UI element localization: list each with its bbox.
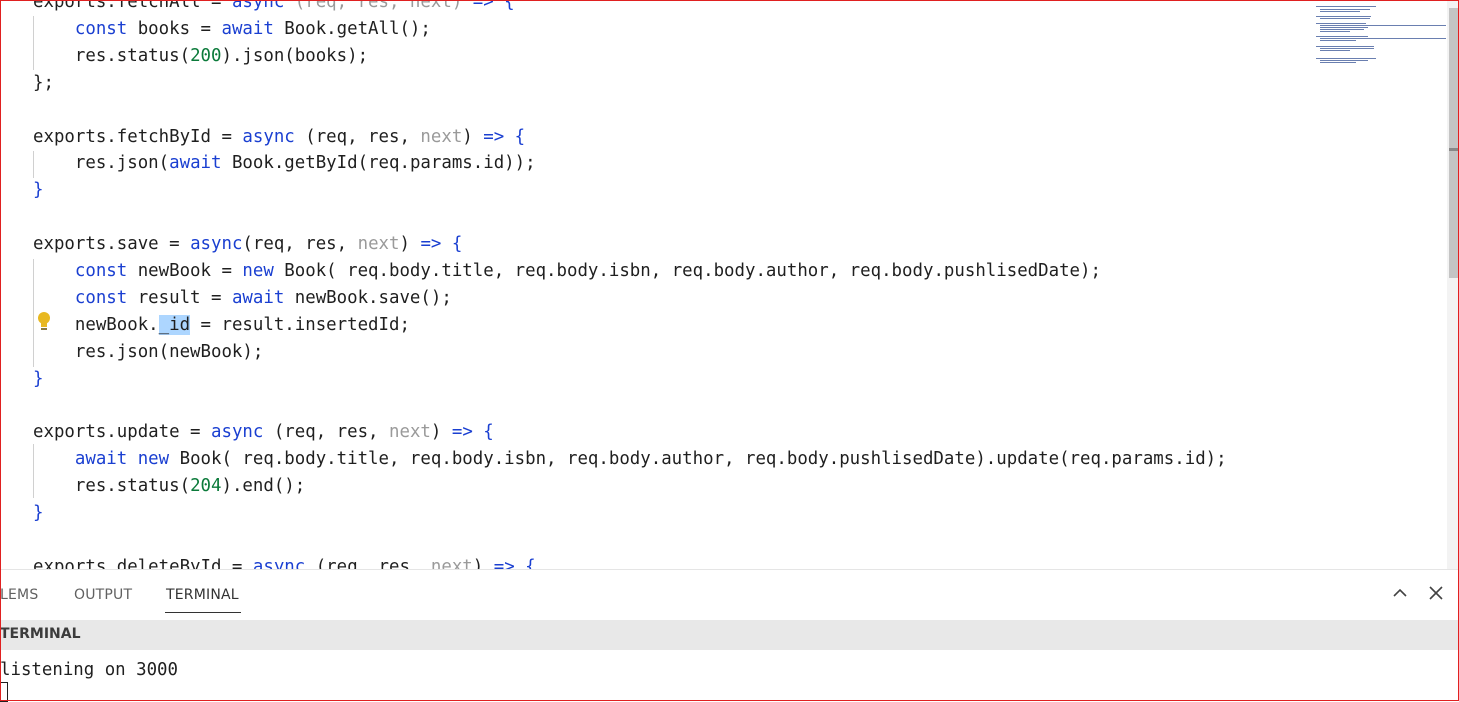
code-line[interactable]: const books = await Book.getAll(); — [33, 16, 431, 43]
panel-tabs: LEMS OUTPUT TERMINAL — [0, 570, 1459, 620]
code-token: exports.deleteById = — [33, 556, 253, 569]
code-token: 204 — [190, 476, 222, 497]
code-token: exports.update = — [33, 422, 211, 443]
code-line[interactable]: exports.update = async (req, res, next) … — [33, 419, 494, 446]
code-token: next — [420, 126, 463, 147]
code-line[interactable]: exports.save = async(req, res, next) => … — [33, 231, 462, 258]
minimap[interactable] — [1316, 6, 1446, 72]
code-token: await — [221, 18, 285, 39]
code-token: (req, res, — [315, 556, 431, 569]
code-line[interactable]: exports.fetchById = async (req, res, nex… — [33, 124, 525, 151]
code-token: => { — [420, 234, 463, 255]
tab-terminal[interactable]: TERMINAL — [166, 587, 239, 603]
code-line[interactable]: const result = await newBook.save(); — [33, 285, 452, 312]
code-token: next — [357, 234, 400, 255]
code-token: async — [242, 126, 306, 147]
code-line[interactable]: }; — [33, 70, 54, 97]
code-token: res.json( — [33, 153, 170, 174]
code-line[interactable]: res.status(204).end(); — [33, 473, 305, 500]
code-token: new — [242, 261, 285, 281]
chevron-up-icon[interactable] — [1391, 584, 1409, 602]
code-token: newBook = — [137, 261, 243, 281]
code-line[interactable]: } — [33, 177, 43, 204]
code-token: exports.fetchAll = — [33, 0, 232, 12]
code-line[interactable]: exports.fetchAll = async (req, res, next… — [33, 0, 515, 16]
code-token: next — [430, 556, 473, 569]
code-token: async — [190, 234, 243, 255]
code-token: res.status( — [33, 476, 191, 497]
bottom-panel: LEMS OUTPUT TERMINAL TERMINAL listening … — [0, 569, 1459, 702]
active-tab-indicator — [165, 612, 241, 613]
code-token: (req, res, — [305, 126, 421, 147]
code-line[interactable]: newBook._id = result.insertedId; — [33, 312, 410, 339]
code-token: => { — [483, 126, 526, 147]
code-token: await — [169, 153, 232, 174]
code-token: Book.getById(req.params.id)); — [231, 153, 536, 174]
code-token: ).json(books); — [221, 45, 369, 66]
code-line[interactable]: } — [33, 500, 43, 527]
code-token: } — [33, 503, 44, 524]
scrollbar-cursor-marker — [1449, 148, 1458, 151]
code-token: => { — [493, 556, 536, 569]
code-token: } — [33, 368, 44, 389]
code-token: }; — [33, 72, 54, 93]
code-token: ) — [399, 234, 421, 255]
code-token: ) — [462, 126, 484, 147]
tab-problems[interactable]: LEMS — [0, 587, 38, 603]
code-token: (req, res, next) — [294, 0, 473, 12]
code-token: Book( req.body.title, req.body.isbn, req… — [179, 449, 1227, 470]
code-token: res.status( — [33, 45, 191, 66]
code-token: async — [211, 422, 274, 443]
code-line[interactable]: res.status(200).json(books); — [33, 43, 368, 70]
code-token: async — [231, 0, 295, 12]
code-token: next — [389, 422, 431, 443]
code-token: await — [231, 287, 295, 308]
terminal-output[interactable]: listening on 3000 — [0, 658, 178, 682]
code-line[interactable]: exports.deleteById = async (req, res, ne… — [33, 554, 536, 569]
code-token: result = — [137, 287, 232, 308]
code-token: async — [252, 556, 316, 569]
code-token: newBook.save(); — [294, 287, 452, 308]
code-token: res.json(newBook); — [33, 341, 264, 362]
code-token: (req, res, — [242, 234, 358, 255]
code-token: const — [33, 287, 138, 308]
code-token: Book.getAll(); — [284, 18, 431, 39]
code-token: = result.insertedId; — [190, 314, 410, 335]
close-icon[interactable] — [1427, 584, 1445, 602]
code-line[interactable]: res.json(newBook); — [33, 339, 263, 366]
code-token: await new — [33, 449, 180, 470]
code-editor[interactable]: exports.fetchAll = async (req, res, next… — [0, 0, 1447, 569]
code-token: const — [33, 18, 138, 39]
terminal-header: TERMINAL — [0, 620, 1459, 650]
code-token: ) — [472, 556, 494, 569]
code-token: exports.save = — [33, 234, 191, 255]
code-token: const — [33, 261, 138, 281]
code-token: Book( req.body.title, req.body.isbn, req… — [284, 261, 1101, 281]
code-token: (req, res, — [273, 422, 389, 443]
code-token: 200 — [190, 45, 222, 66]
code-token: } — [33, 180, 44, 201]
code-line[interactable]: } — [33, 366, 43, 393]
code-token: => { — [472, 0, 515, 12]
tab-output[interactable]: OUTPUT — [74, 587, 132, 603]
lightbulb-icon[interactable] — [36, 311, 52, 333]
code-token: exports.fetchById = — [33, 126, 243, 147]
vertical-scrollbar-thumb[interactable] — [1449, 8, 1458, 278]
code-token: books = — [137, 18, 222, 39]
terminal-cursor — [0, 682, 8, 702]
code-line[interactable]: const newBook = new Book( req.body.title… — [33, 258, 1101, 285]
terminal-title: TERMINAL — [0, 626, 81, 642]
code-token: => { — [451, 422, 494, 443]
code-line[interactable]: res.json(await Book.getById(req.params.i… — [33, 150, 536, 177]
selected-token: _id — [158, 314, 191, 335]
code-token: ).end(); — [221, 476, 306, 497]
code-line[interactable]: await new Book( req.body.title, req.body… — [33, 446, 1227, 473]
code-token: ) — [430, 422, 452, 443]
